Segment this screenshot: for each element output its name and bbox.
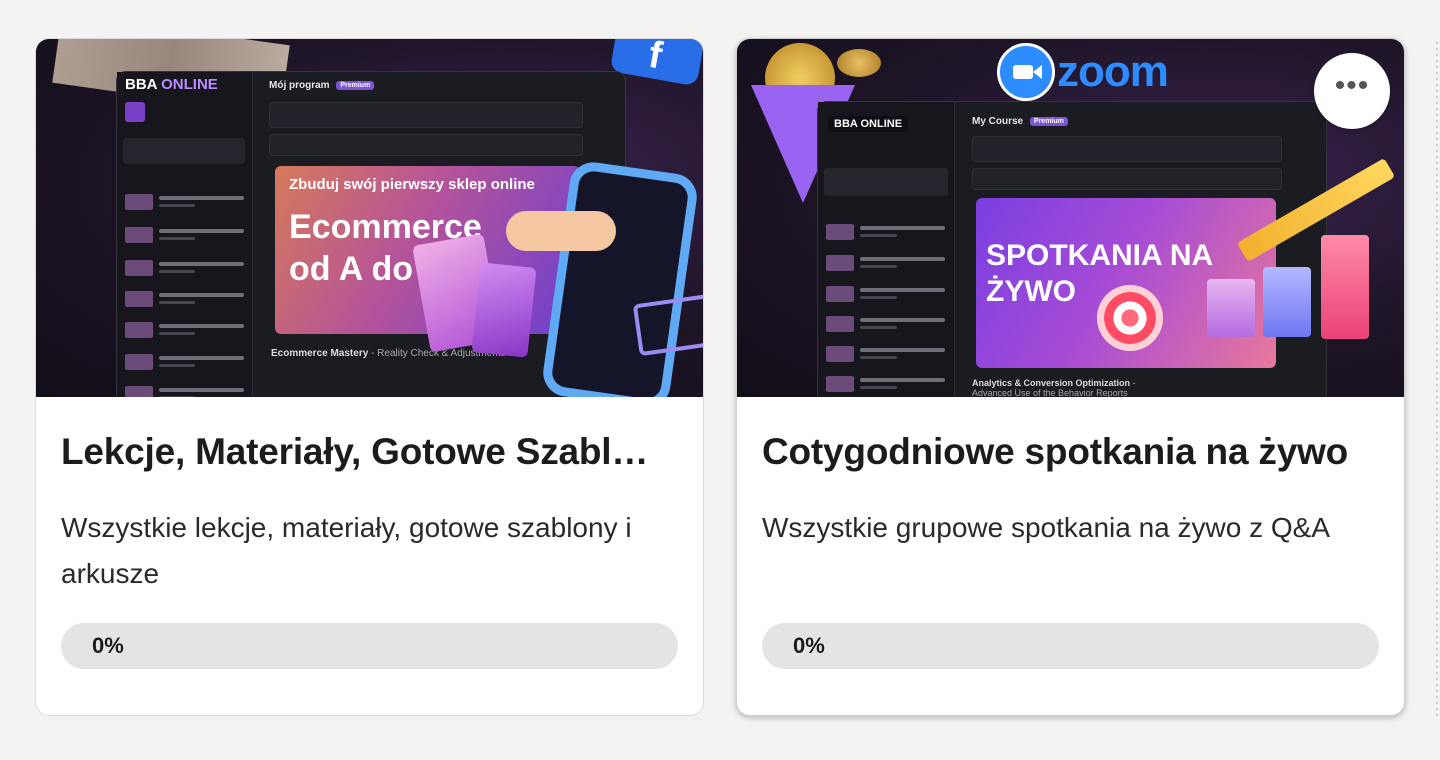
card-description: Wszystkie grupowe spotkania na żywo z Q&… bbox=[762, 512, 1331, 543]
course-thumbnail: f BBA ONLINE Mój program Premium Zbuduj … bbox=[36, 39, 703, 397]
video-headline-2: ŻYWO bbox=[986, 275, 1076, 308]
course-selector bbox=[123, 138, 245, 164]
lesson-row bbox=[125, 194, 246, 210]
course-selector bbox=[824, 168, 948, 196]
lesson-row bbox=[826, 376, 948, 392]
search-strip bbox=[972, 168, 1282, 190]
program-title: My Course bbox=[972, 116, 1024, 127]
brand-highlight: ONLINE bbox=[161, 76, 218, 93]
lesson-row bbox=[125, 227, 246, 243]
card-title[interactable]: Lekcje, Materiały, Gotowe Szablo… bbox=[61, 431, 663, 473]
progress-label: 0% bbox=[92, 633, 124, 658]
brand-name: BBA bbox=[125, 76, 157, 93]
video-subtitle: Zbuduj swój pierwszy sklep online bbox=[289, 176, 535, 193]
zoom-logo: zoom bbox=[997, 43, 1169, 101]
video-caption: Analytics & Conversion Optimization bbox=[972, 378, 1131, 388]
course-card-lessons[interactable]: f BBA ONLINE Mój program Premium Zbuduj … bbox=[35, 38, 704, 716]
target-illustration bbox=[1097, 285, 1163, 351]
lesson-row bbox=[826, 255, 948, 271]
lesson-row bbox=[125, 354, 246, 370]
more-options-button[interactable]: ••• bbox=[1314, 53, 1390, 129]
progress-bar: 0% bbox=[61, 623, 678, 669]
card-description: Wszystkie lekcje, materiały, gotowe szab… bbox=[61, 512, 632, 589]
page-edge-decoration bbox=[1434, 40, 1440, 720]
premium-badge: Premium bbox=[336, 80, 375, 90]
lesson-row bbox=[125, 386, 246, 397]
lesson-row bbox=[125, 322, 246, 338]
hand-illustration bbox=[506, 211, 616, 251]
premium-badge: Premium bbox=[1029, 116, 1068, 126]
course-thumbnail: zoom BBA ONLINE My Course Premium SPOTKA… bbox=[737, 39, 1404, 397]
bar-chart-illustration bbox=[1207, 279, 1255, 337]
basket-illustration bbox=[632, 293, 703, 357]
progress-strip bbox=[972, 136, 1282, 162]
course-avatar bbox=[125, 102, 145, 122]
coin-illustration bbox=[837, 49, 881, 77]
search-strip bbox=[269, 134, 583, 156]
bar-chart-illustration bbox=[1321, 235, 1369, 339]
brand-name: BBA ONLINE bbox=[828, 116, 909, 132]
bar-chart-illustration bbox=[1263, 267, 1311, 337]
lesson-row bbox=[826, 286, 948, 302]
lesson-row bbox=[125, 260, 246, 276]
lesson-row bbox=[826, 346, 948, 362]
video-headline-1: SPOTKANIA NA bbox=[986, 239, 1214, 272]
program-title: Mój program bbox=[269, 80, 330, 91]
progress-label: 0% bbox=[793, 633, 825, 658]
lesson-row bbox=[826, 316, 948, 332]
shopping-bag-illustration bbox=[471, 262, 537, 358]
course-card-live-meetings[interactable]: zoom BBA ONLINE My Course Premium SPOTKA… bbox=[736, 38, 1405, 716]
zoom-camera-icon bbox=[997, 43, 1055, 101]
ellipsis-icon: ••• bbox=[1334, 69, 1370, 102]
card-title[interactable]: Cotygodniowe spotkania na żywo bbox=[762, 431, 1364, 473]
progress-strip bbox=[269, 102, 583, 128]
lesson-row bbox=[826, 224, 948, 240]
video-caption: Ecommerce Mastery bbox=[271, 348, 369, 359]
progress-bar: 0% bbox=[762, 623, 1379, 669]
lesson-row bbox=[125, 291, 246, 307]
zoom-wordmark: zoom bbox=[1057, 47, 1169, 96]
